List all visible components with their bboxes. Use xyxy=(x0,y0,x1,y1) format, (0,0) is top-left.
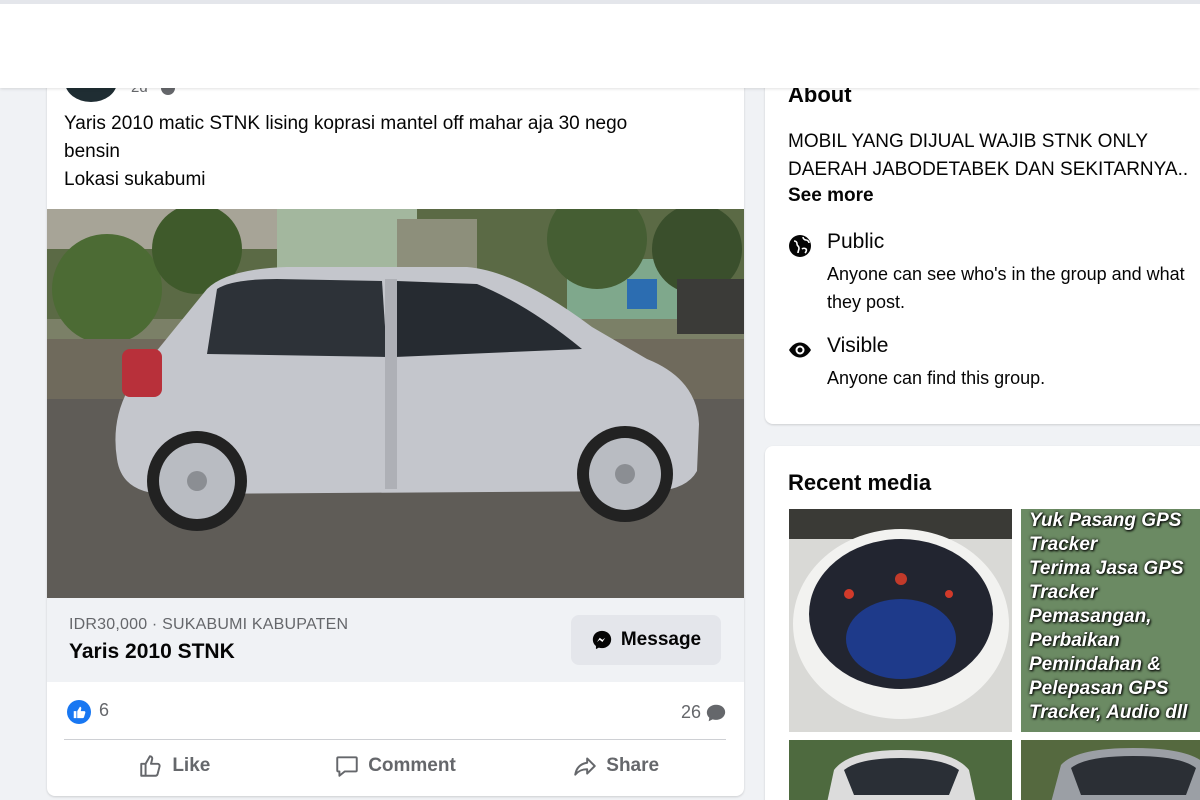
like-count[interactable]: 6 xyxy=(99,700,109,721)
car-listing-photo[interactable] xyxy=(47,209,744,598)
gps-ad-line: Pelepasan GPS xyxy=(1029,678,1169,699)
share-button[interactable]: Share xyxy=(505,741,726,791)
reactions-bar: 6 26 xyxy=(65,690,727,730)
gps-ad-line: Pemindahan & xyxy=(1029,654,1161,675)
like-reaction-icon[interactable] xyxy=(67,700,91,724)
about-description-line: MOBIL YANG DIJUAL WAJIB STNK ONLY xyxy=(788,131,1149,152)
see-more-link[interactable]: See more xyxy=(788,185,874,207)
post-text-line: Yaris 2010 matic STNK lising koprasi man… xyxy=(64,113,628,134)
comment-button-label: Comment xyxy=(368,755,456,776)
actions-divider xyxy=(64,739,726,740)
like-button-label: Like xyxy=(172,755,211,776)
like-button[interactable]: Like xyxy=(64,741,285,791)
message-seller-button[interactable]: Message xyxy=(571,615,721,665)
about-description-line: DAERAH JABODETABEK DAN SEKITARNYA.. xyxy=(788,159,1189,180)
speedometer-photo xyxy=(789,509,1012,732)
share-button-label: Share xyxy=(606,755,660,776)
car-front-photo xyxy=(789,740,1012,800)
thumbs-up-small-icon xyxy=(73,706,86,719)
media-thumbnail[interactable] xyxy=(789,509,1012,732)
media-thumbnail[interactable]: Yuk Pasang GPS Tracker Terima Jasa GPS T… xyxy=(1021,509,1200,732)
post-text: Yaris 2010 matic STNK lising koprasi man… xyxy=(64,110,724,194)
comment-count[interactable]: 26 xyxy=(681,702,701,723)
thumbs-up-icon xyxy=(140,755,161,777)
gps-ad-line: Tracker xyxy=(1029,582,1098,603)
eye-icon xyxy=(789,342,811,358)
post-text-line: Lokasi sukabumi xyxy=(64,169,206,190)
marketplace-post-card: 2d Yaris 2010 matic STNK lising koprasi … xyxy=(47,60,744,796)
listing-price-location: IDR30,000 · SUKABUMI KABUPATEN xyxy=(69,616,349,633)
about-group-card: About MOBIL YANG DIJUAL WAJIB STNK ONLY … xyxy=(765,60,1200,424)
messenger-icon xyxy=(592,630,612,650)
comment-button[interactable]: Comment xyxy=(285,741,506,791)
gps-ad-line: Tracker, Audio dll xyxy=(1029,702,1188,723)
comment-icon xyxy=(336,756,358,777)
gps-ad-line: Yuk Pasang GPS xyxy=(1029,510,1182,531)
globe-icon xyxy=(789,235,811,257)
visibility-description: Anyone can find this group. xyxy=(827,368,1046,388)
gps-ad-line: Tracker xyxy=(1029,534,1098,555)
message-button-label: Message xyxy=(620,629,702,650)
about-description: MOBIL YANG DIJUAL WAJIB STNK ONLY DAERAH… xyxy=(788,128,1200,184)
recent-media-heading: Recent media xyxy=(788,470,932,495)
listing-info-bar[interactable]: IDR30,000 · SUKABUMI KABUPATEN Yaris 201… xyxy=(47,598,744,682)
visibility-title: Visible xyxy=(827,334,889,357)
privacy-title: Public xyxy=(827,230,885,253)
top-navigation-bar xyxy=(0,0,1200,88)
post-text-line: bensin xyxy=(64,141,120,162)
car-rear-photo xyxy=(1021,740,1200,800)
media-thumbnail[interactable] xyxy=(789,740,1012,800)
gps-ad-line: Pemasangan, xyxy=(1029,606,1152,627)
privacy-description: Anyone can see who's in the group and wh… xyxy=(827,264,1185,312)
post-actions: Like Comment Share xyxy=(64,741,726,791)
share-icon xyxy=(574,757,596,776)
listing-title[interactable]: Yaris 2010 STNK xyxy=(69,640,235,664)
media-thumbnail[interactable] xyxy=(1021,740,1200,800)
car-photo-illustration xyxy=(47,209,744,598)
comment-bubble-icon xyxy=(706,704,726,722)
gps-ad-line: Terima Jasa GPS xyxy=(1029,558,1184,579)
recent-media-card: Recent media Yuk Pasang GPS Tracker Teri… xyxy=(765,446,1200,800)
gps-ad-text: Yuk Pasang GPS Tracker Terima Jasa GPS T… xyxy=(1029,509,1200,725)
gps-ad-line: Perbaikan xyxy=(1029,630,1120,651)
